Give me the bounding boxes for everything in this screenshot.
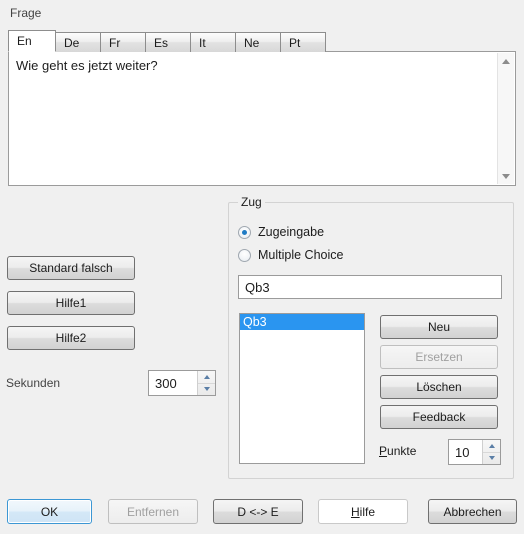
tab-label: De <box>64 35 80 50</box>
radio-button-icon <box>238 248 251 262</box>
sekunden-decrement-button[interactable] <box>198 384 215 396</box>
language-tab-strip: En De Fr Es It Ne Pt <box>8 30 326 52</box>
sekunden-stepper-buttons <box>197 371 215 395</box>
punkte-label: Punkte <box>379 444 416 458</box>
ok-button[interactable]: OK <box>7 499 92 524</box>
tab-es[interactable]: Es <box>145 32 191 52</box>
zug-group-label: Zug <box>238 195 265 209</box>
question-text-value: Wie geht es jetzt weiter? <box>16 58 158 73</box>
list-item[interactable]: Qb3 <box>240 314 364 330</box>
tab-pt[interactable]: Pt <box>280 32 326 52</box>
tab-it[interactable]: It <box>190 32 236 52</box>
hilfe1-button[interactable]: Hilfe1 <box>7 291 135 315</box>
triangle-up-icon <box>502 58 510 64</box>
tab-fr[interactable]: Fr <box>100 32 146 52</box>
triangle-down-icon <box>488 456 495 461</box>
tab-label: Fr <box>109 35 121 50</box>
feedback-button[interactable]: Feedback <box>380 405 498 429</box>
punkte-value[interactable]: 10 <box>449 440 482 464</box>
radio-button-icon <box>238 225 251 239</box>
punkte-label-mnemonic: P <box>379 444 388 458</box>
tab-label: Ne <box>244 35 260 50</box>
move-input[interactable]: Qb3 <box>238 275 502 299</box>
punkte-increment-button[interactable] <box>483 440 500 453</box>
neu-button[interactable]: Neu <box>380 315 498 339</box>
hilfe-button[interactable]: Hilfe <box>318 499 408 524</box>
radio-zugeingabe[interactable]: Zugeingabe <box>238 225 324 239</box>
standard-falsch-button[interactable]: Standard falsch <box>7 256 135 280</box>
moves-listbox[interactable]: Qb3 <box>239 313 365 464</box>
swap-language-button[interactable]: D <-> E <box>213 499 303 524</box>
triangle-down-icon <box>203 387 210 392</box>
ersetzen-button: Ersetzen <box>380 345 498 369</box>
tab-label: Es <box>154 35 169 50</box>
hilfe-label-mnemonic: H <box>350 504 360 519</box>
radio-multiple-choice-label: Multiple Choice <box>258 248 344 262</box>
question-group-label: Frage <box>10 6 42 20</box>
tab-label: Pt <box>289 35 301 50</box>
sekunden-increment-button[interactable] <box>198 371 215 384</box>
sekunden-label: Sekunden <box>6 376 61 390</box>
punkte-decrement-button[interactable] <box>483 453 500 465</box>
punkte-label-rest: unkte <box>387 444 417 458</box>
tab-de[interactable]: De <box>55 32 101 52</box>
sekunden-value[interactable]: 300 <box>149 371 197 395</box>
abbrechen-button[interactable]: Abbrechen <box>428 499 517 524</box>
tab-ne[interactable]: Ne <box>235 32 281 52</box>
radio-multiple-choice[interactable]: Multiple Choice <box>238 248 343 262</box>
triangle-up-icon <box>488 443 495 448</box>
loeschen-button[interactable]: Löschen <box>380 375 498 399</box>
tab-en[interactable]: En <box>8 30 56 52</box>
triangle-up-icon <box>203 374 210 379</box>
tab-label: En <box>17 34 32 48</box>
punkte-stepper[interactable]: 10 <box>448 439 501 465</box>
tab-label: It <box>199 35 206 50</box>
question-scrollbar[interactable] <box>497 53 514 184</box>
question-text-area[interactable]: Wie geht es jetzt weiter? <box>8 51 516 186</box>
scroll-down-button[interactable] <box>498 168 514 184</box>
sekunden-stepper[interactable]: 300 <box>148 370 216 396</box>
triangle-down-icon <box>502 173 510 179</box>
scroll-up-button[interactable] <box>498 53 514 69</box>
entfernen-button: Entfernen <box>108 499 198 524</box>
hilfe2-button[interactable]: Hilfe2 <box>7 326 135 350</box>
hilfe-label-rest: ilfe <box>359 504 375 519</box>
punkte-stepper-buttons <box>482 440 500 464</box>
radio-zugeingabe-label: Zugeingabe <box>258 225 325 239</box>
